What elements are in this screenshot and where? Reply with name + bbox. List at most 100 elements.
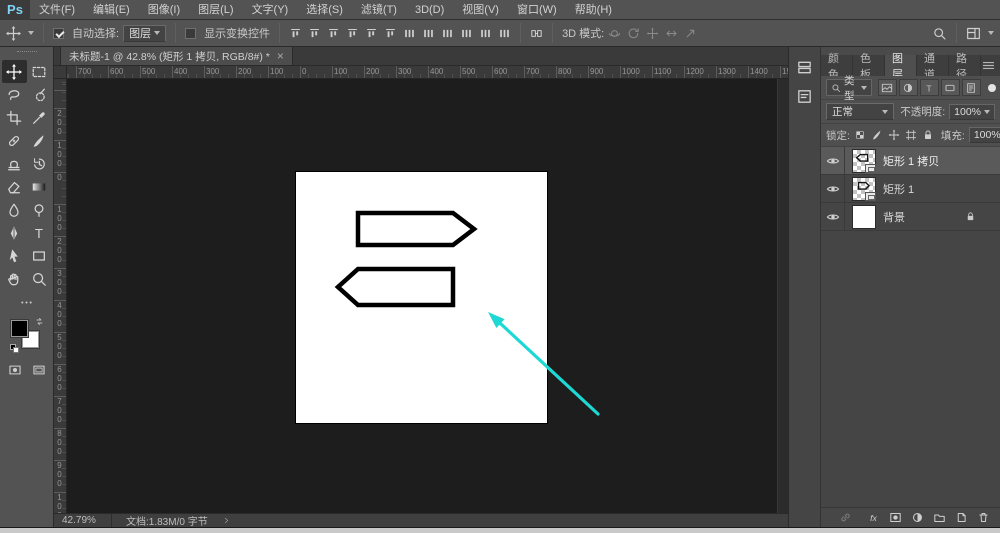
layer-thumbnail[interactable] xyxy=(852,205,876,229)
align-bottom-edges[interactable] xyxy=(327,27,340,40)
distribute-top-edges[interactable] xyxy=(403,27,416,40)
distribute-horizontal-centers[interactable] xyxy=(479,27,492,40)
menubar-item[interactable]: 视图(V) xyxy=(453,0,508,20)
panel-tab-图层[interactable]: 图层 xyxy=(885,55,917,76)
align-left-edges[interactable] xyxy=(346,27,359,40)
edit-toolbar-icon[interactable] xyxy=(19,295,34,310)
panel-tab-通道[interactable]: 通道 xyxy=(917,55,949,76)
history-panel-icon[interactable] xyxy=(796,59,813,76)
filter-toggle-icon[interactable] xyxy=(988,84,996,92)
lock-artboard-icon[interactable] xyxy=(905,129,917,141)
pen-tool[interactable] xyxy=(2,221,27,244)
workspace-switcher-icon[interactable] xyxy=(966,26,981,41)
document-tab[interactable]: 未标题-1 @ 42.8% (矩形 1 拷贝, RGB/8#) * × xyxy=(60,46,293,65)
history-brush-tool[interactable] xyxy=(27,152,52,175)
new-layer-icon[interactable] xyxy=(955,511,968,524)
blend-mode-dropdown[interactable]: 正常 xyxy=(826,103,894,120)
swap-colors-icon[interactable] xyxy=(35,317,44,326)
hand-tool[interactable] xyxy=(2,267,27,290)
auto-align-icon[interactable] xyxy=(530,27,543,40)
rectangle-tool[interactable] xyxy=(27,244,52,267)
properties-panel-icon[interactable] xyxy=(796,88,813,105)
panel-tab-色板[interactable]: 色板 xyxy=(853,55,885,76)
canvas[interactable] xyxy=(296,172,547,423)
layer-row[interactable]: 矩形 1 xyxy=(821,175,1000,203)
smudge-tool[interactable] xyxy=(2,198,27,221)
zoom-tool[interactable] xyxy=(27,267,52,290)
layer-name[interactable]: 背景 xyxy=(883,209,905,225)
align-horizontal-centers[interactable] xyxy=(365,27,378,40)
menubar-item[interactable]: 选择(S) xyxy=(297,0,352,20)
dodge-tool[interactable] xyxy=(27,198,52,221)
lock-all-icon[interactable] xyxy=(922,129,934,141)
menubar-item[interactable]: 文字(Y) xyxy=(243,0,298,20)
mask-icon[interactable] xyxy=(889,511,902,524)
align-top-edges[interactable] xyxy=(289,27,302,40)
path-select-tool[interactable] xyxy=(2,244,27,267)
right-arrow-shape[interactable] xyxy=(358,213,474,245)
zoom-level-field[interactable]: 42.79% xyxy=(54,514,112,527)
orbit3d[interactable] xyxy=(608,27,621,40)
layer-row[interactable]: 矩形 1 拷贝 xyxy=(821,147,1000,175)
align-vertical-centers[interactable] xyxy=(308,27,321,40)
distribute-bottom-edges[interactable] xyxy=(441,27,454,40)
fx-icon[interactable]: fx xyxy=(867,511,880,524)
distribute-vertical-centers[interactable] xyxy=(422,27,435,40)
marquee-tool[interactable] xyxy=(27,60,52,83)
visibility-eye-icon[interactable] xyxy=(821,175,845,202)
opacity-field[interactable]: 100% xyxy=(949,104,995,120)
eyedropper-tool[interactable] xyxy=(27,106,52,129)
move-tool[interactable] xyxy=(2,60,27,83)
layer-name[interactable]: 矩形 1 拷贝 xyxy=(883,153,939,169)
healing-brush-tool[interactable] xyxy=(2,129,27,152)
folder-icon[interactable] xyxy=(933,511,946,524)
lock-transparent-icon[interactable] xyxy=(854,129,866,141)
gradient-tool[interactable] xyxy=(27,175,52,198)
shape-filter-icon[interactable] xyxy=(941,79,960,96)
quick-mask-icon[interactable] xyxy=(8,363,22,377)
foreground-color-swatch[interactable] xyxy=(11,320,28,337)
panel-grip[interactable] xyxy=(17,51,37,55)
menubar-item[interactable]: 图像(I) xyxy=(139,0,189,20)
menubar-item[interactable]: 图层(L) xyxy=(189,0,242,20)
smart-filter-icon[interactable] xyxy=(962,79,981,96)
fill-field[interactable]: 100% xyxy=(969,127,1000,143)
clone-stamp-tool[interactable] xyxy=(2,152,27,175)
left-arrow-shape[interactable] xyxy=(338,269,453,305)
type-tool[interactable]: T xyxy=(27,221,52,244)
tool-preset-caret-icon[interactable] xyxy=(28,31,34,35)
visibility-eye-icon[interactable] xyxy=(821,203,845,230)
scale3d[interactable] xyxy=(684,27,697,40)
lasso-tool[interactable] xyxy=(2,83,27,106)
layer-filter-type-dropdown[interactable]: 类型 xyxy=(826,79,872,96)
quick-select-tool[interactable] xyxy=(27,83,52,106)
lock-position-icon[interactable] xyxy=(888,129,900,141)
menubar-item[interactable]: 窗口(W) xyxy=(508,0,566,20)
pixel-filter-icon[interactable] xyxy=(878,79,897,96)
screen-mode-icon[interactable] xyxy=(32,363,46,377)
default-colors-icon[interactable] xyxy=(10,344,19,353)
pasteboard[interactable] xyxy=(67,79,788,513)
adjust-icon[interactable] xyxy=(911,511,924,524)
auto-select-target-dropdown[interactable]: 图层 xyxy=(123,25,166,42)
menubar-item[interactable]: 3D(D) xyxy=(406,0,453,20)
menubar-item[interactable]: 帮助(H) xyxy=(566,0,621,20)
visibility-eye-icon[interactable] xyxy=(821,147,845,174)
workspace-caret-icon[interactable] xyxy=(988,31,994,35)
lock-pixels-icon[interactable] xyxy=(871,129,883,141)
panel-menu-icon[interactable] xyxy=(981,55,1000,76)
crop-tool[interactable] xyxy=(2,106,27,129)
layer-thumbnail[interactable] xyxy=(852,149,876,173)
auto-select-checkbox[interactable] xyxy=(53,28,64,39)
ruler-origin-corner[interactable] xyxy=(54,66,67,79)
trash-icon[interactable] xyxy=(977,511,990,524)
status-flyout-icon[interactable] xyxy=(222,516,231,525)
panel-tab-路径[interactable]: 路径 xyxy=(949,55,981,76)
menubar-item[interactable]: 滤镜(T) xyxy=(352,0,406,20)
link-icon[interactable] xyxy=(839,511,852,524)
adjust-filter-icon[interactable] xyxy=(899,79,918,96)
move-tool-preset-icon[interactable] xyxy=(6,26,21,41)
brush-tool[interactable] xyxy=(27,129,52,152)
distribute-right-edges[interactable] xyxy=(498,27,511,40)
align-right-edges[interactable] xyxy=(384,27,397,40)
